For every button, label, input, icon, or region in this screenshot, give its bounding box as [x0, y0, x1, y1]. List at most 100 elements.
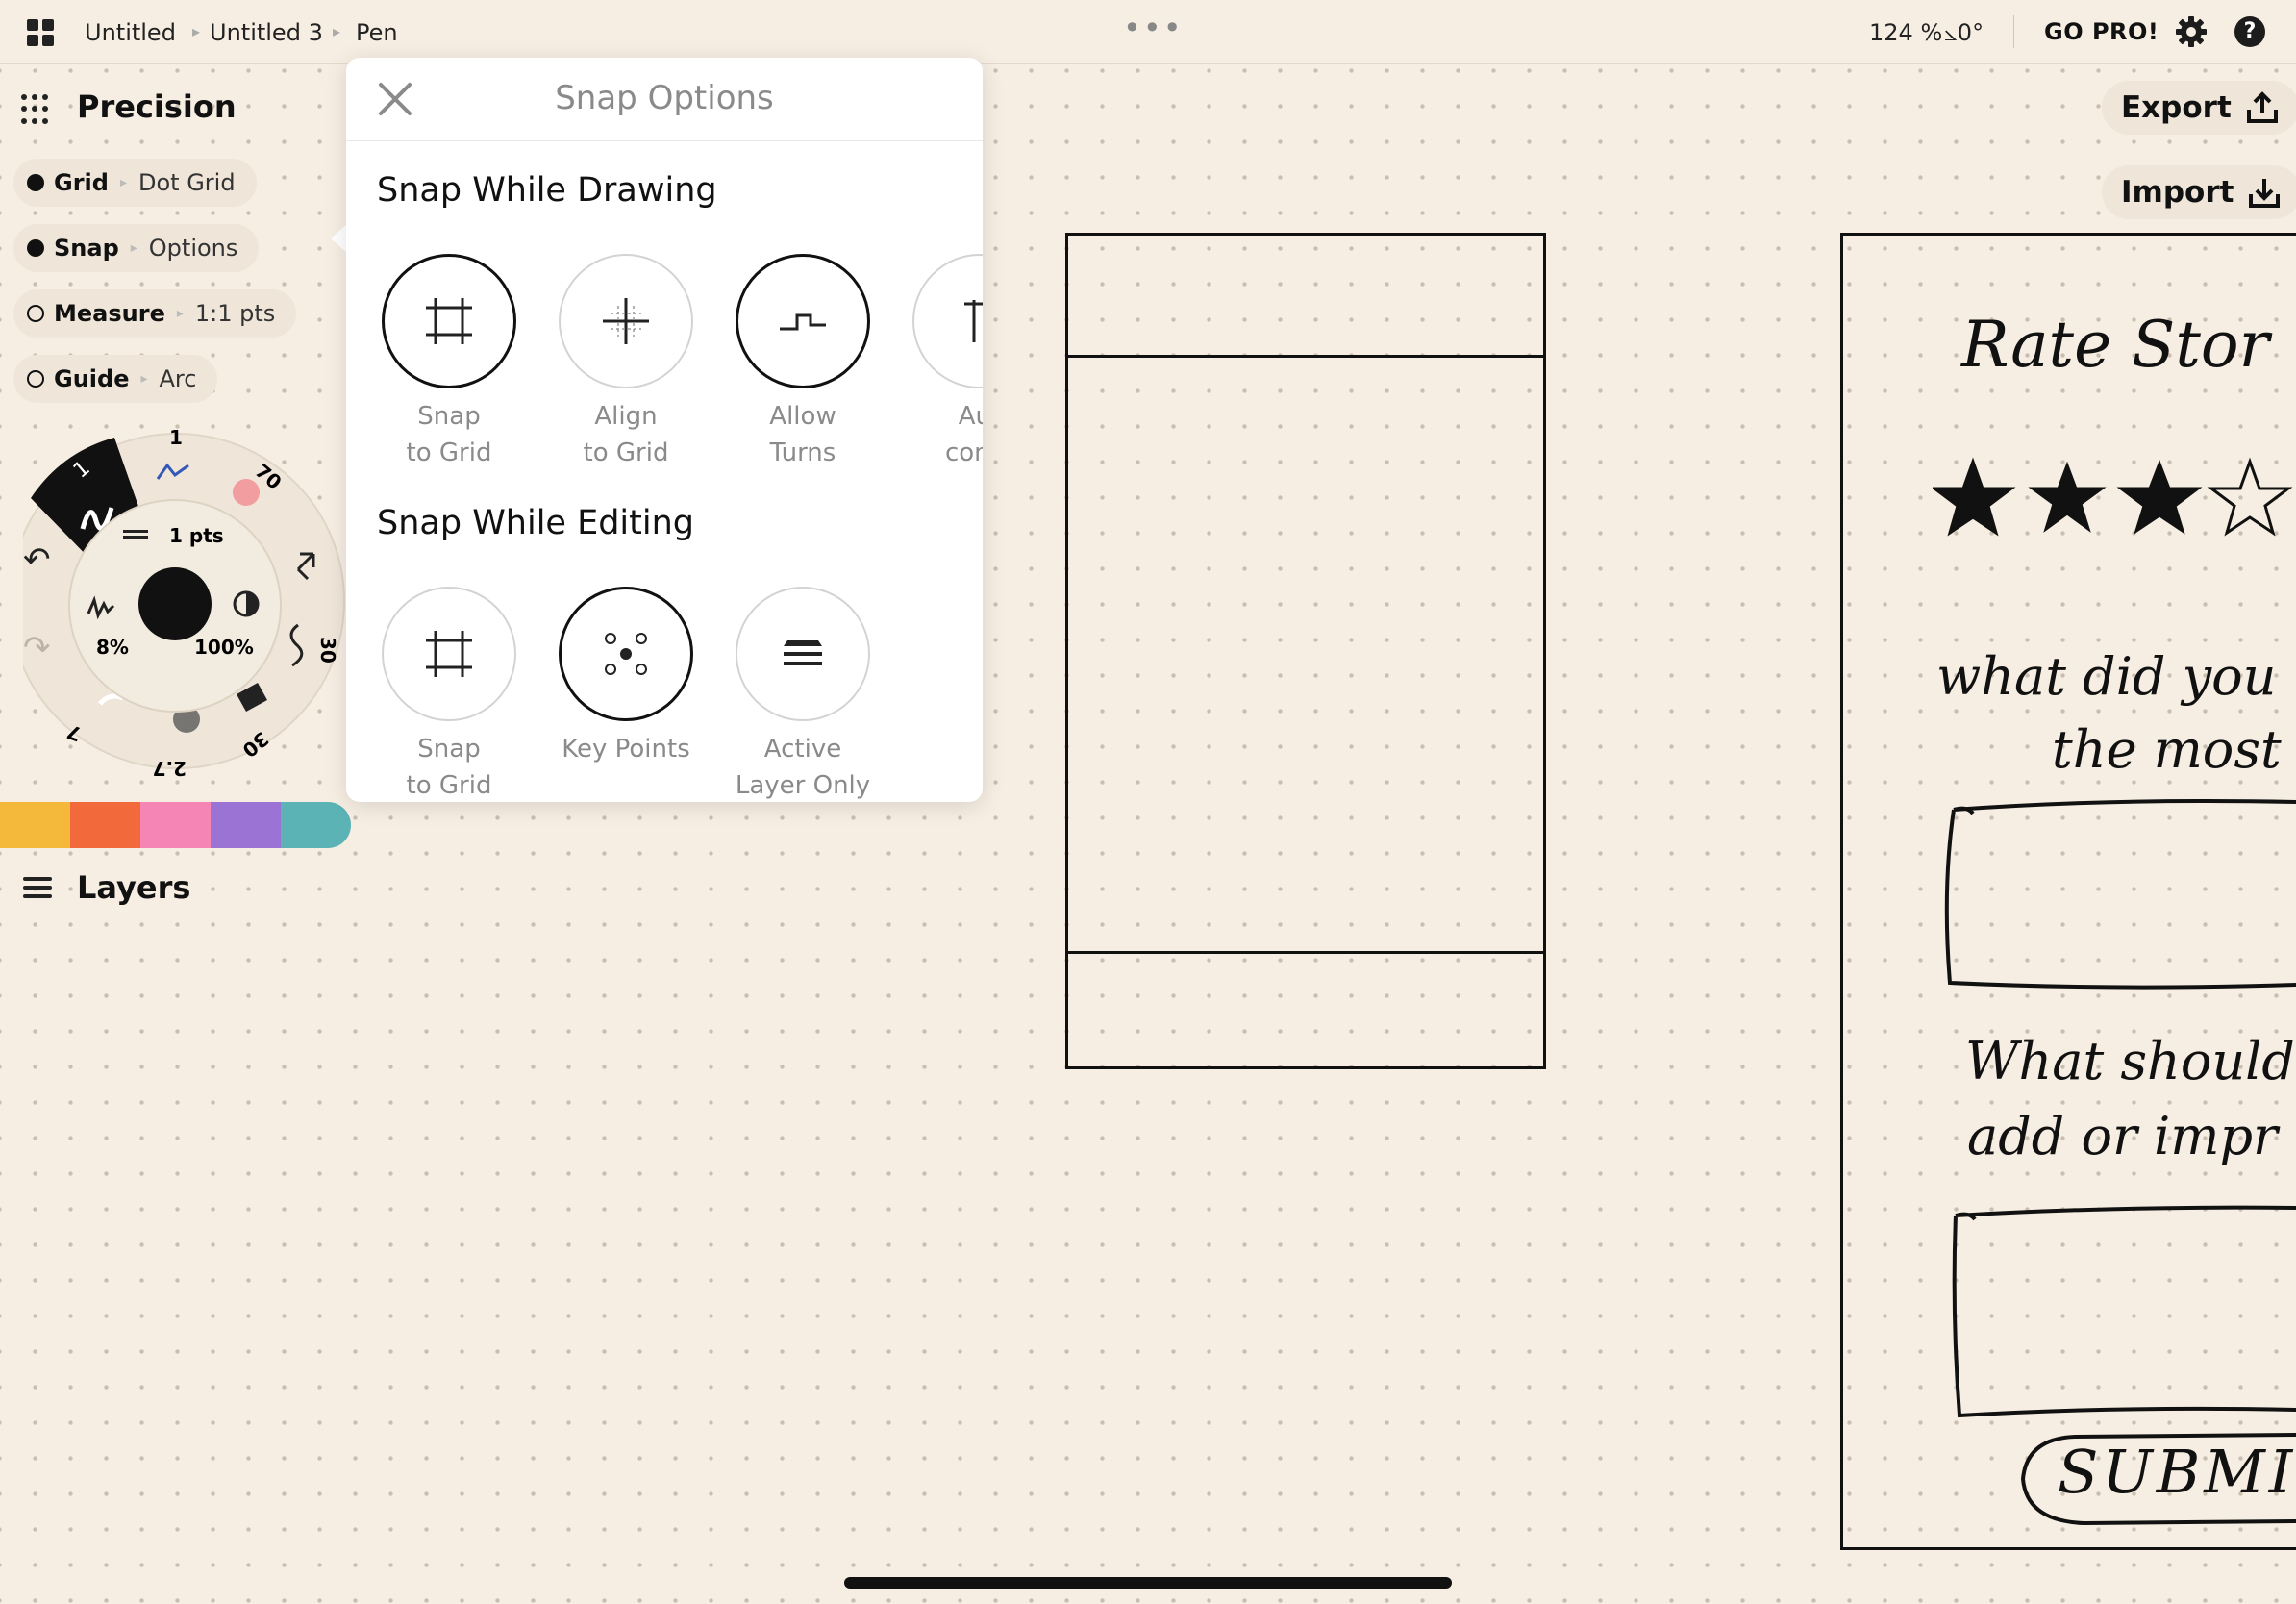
sketch-input-box-1[interactable]: [1940, 792, 2296, 996]
snap-grid-icon: [426, 631, 472, 677]
import-button[interactable]: Import: [2102, 165, 2296, 219]
layers-button[interactable]: Layers: [77, 869, 190, 906]
sketch-submit-button-label[interactable]: SUBMI: [2058, 1437, 2296, 1507]
toggle-key: Grid: [54, 169, 109, 196]
align-grid-icon: [603, 298, 649, 344]
snap-while-drawing-title: Snap While Drawing: [377, 171, 717, 210]
option-circle[interactable]: [912, 254, 983, 388]
opacity-label[interactable]: 100%: [194, 636, 254, 659]
option-circle[interactable]: [382, 254, 516, 388]
wheel-label: 2.7: [153, 757, 187, 780]
precision-menu-icon[interactable]: [21, 94, 52, 125]
toggle-value[interactable]: 1:1 pts: [195, 300, 275, 327]
snap-while-editing-title: Snap While Editing: [377, 504, 694, 542]
help-button[interactable]: ?: [2234, 16, 2265, 47]
export-label: Export: [2121, 90, 2232, 125]
more-options-icon[interactable]: •••: [1123, 10, 1184, 46]
sketch-text-add-or-improve[interactable]: add or impr: [1967, 1106, 2278, 1166]
brush-preview: [138, 567, 212, 640]
export-button[interactable]: Export: [2102, 81, 2296, 135]
topbar-divider: [2013, 15, 2014, 48]
option-circle[interactable]: [736, 254, 870, 388]
option-circle[interactable]: [559, 254, 693, 388]
active-layer-only-option[interactable]: Active Layer Only: [731, 587, 875, 802]
wheel-label: 1: [169, 426, 183, 449]
measure-toggle[interactable]: Measure ▸ 1:1 pts: [13, 289, 297, 338]
size-icon: [123, 536, 148, 539]
option-label: Aut comp: [944, 402, 983, 467]
airbrush-icon: [233, 479, 260, 506]
color-swatch-pink[interactable]: [140, 802, 211, 848]
popover-title: Snap Options: [555, 79, 774, 117]
import-icon: [2249, 179, 2281, 208]
sketch-text-what-did-you[interactable]: what did you: [1936, 646, 2276, 707]
guide-toggle[interactable]: Guide ▸ Arc: [13, 355, 218, 403]
color-swatch-yellow[interactable]: [0, 802, 70, 848]
sketch-input-box-2[interactable]: [1946, 1198, 2296, 1425]
sketch-text-rate[interactable]: Rate Stor: [1961, 308, 2269, 382]
sketch-stars[interactable]: [1933, 452, 2296, 548]
breadcrumb-separator-icon: ▸: [333, 22, 341, 40]
tool-wheel[interactable]: 1 1 70 30 30 2.7 7 1 pts 8% 100%: [23, 423, 350, 789]
chevron-right-icon: ▸: [130, 240, 137, 256]
option-circle[interactable]: [382, 587, 516, 721]
key-points-icon: [605, 633, 647, 675]
zoom-level[interactable]: 124 %: [1869, 19, 1942, 46]
allow-turns-option[interactable]: Allow Turns: [731, 254, 875, 471]
toggle-value[interactable]: Dot Grid: [138, 169, 236, 196]
smoothing-label[interactable]: 8%: [96, 636, 129, 659]
snap-options-popover: Snap Options Snap While Drawing Snap to …: [346, 58, 983, 802]
option-circle[interactable]: [736, 587, 870, 721]
grid-toggle[interactable]: Grid ▸ Dot Grid: [13, 159, 257, 207]
align-to-grid-option[interactable]: Align to Grid: [554, 254, 698, 471]
wireframe-phone-left[interactable]: [1065, 233, 1546, 1069]
wireframe-footer-divider: [1068, 951, 1543, 954]
undo-icon[interactable]: ↶: [23, 540, 51, 579]
layers-icon[interactable]: [23, 877, 52, 903]
apps-grid-icon[interactable]: [27, 19, 54, 46]
import-label: Import: [2121, 175, 2234, 210]
layers-stack-icon: [784, 640, 822, 665]
rotation-angle[interactable]: ⦣0°: [1944, 19, 1984, 46]
color-swatch-orange[interactable]: [70, 802, 140, 848]
breadcrumb-pen[interactable]: Pen: [356, 19, 398, 46]
wheel-label: 30: [316, 637, 339, 664]
snap-grid-icon: [426, 298, 472, 344]
option-label: Key Points: [562, 735, 690, 764]
sketch-text-the-most[interactable]: the most: [2052, 719, 2282, 780]
option-label: Snap to Grid: [406, 402, 492, 467]
toggle-off-indicator: [27, 370, 44, 388]
sketch-text-what-should[interactable]: What should: [1965, 1031, 2295, 1091]
color-swatch-teal[interactable]: [281, 802, 351, 848]
home-indicator[interactable]: [844, 1577, 1452, 1589]
toggle-key: Measure: [54, 300, 165, 327]
breadcrumb-untitled[interactable]: Untitled: [85, 19, 176, 46]
key-points-option[interactable]: Key Points: [554, 587, 698, 767]
autocomplete-icon: [964, 300, 983, 342]
redo-icon[interactable]: ↷: [23, 629, 51, 667]
color-swatch-purple[interactable]: [211, 802, 281, 848]
option-label: Active Layer Only: [735, 735, 871, 800]
toggle-on-indicator: [27, 174, 44, 191]
snap-to-grid-editing-option[interactable]: Snap to Grid: [377, 587, 521, 802]
chevron-right-icon: ▸: [119, 175, 127, 190]
precision-title[interactable]: Precision: [77, 88, 237, 125]
chevron-right-icon: ▸: [140, 371, 148, 387]
option-label: Align to Grid: [583, 402, 669, 467]
toggle-value[interactable]: Arc: [160, 365, 197, 392]
breadcrumb-separator-icon: ▸: [192, 22, 201, 40]
toggle-off-indicator: [27, 305, 44, 322]
turns-icon: [780, 313, 826, 331]
autocomplete-option[interactable]: Aut comp: [908, 254, 983, 471]
brush-size-label[interactable]: 1 pts: [169, 524, 224, 547]
toggle-value[interactable]: Options: [149, 235, 238, 262]
option-circle[interactable]: [559, 587, 693, 721]
snap-to-grid-drawing-option[interactable]: Snap to Grid: [377, 254, 521, 471]
breadcrumb-untitled-3[interactable]: Untitled 3: [210, 19, 323, 46]
go-pro-button[interactable]: GO PRO!: [2044, 18, 2159, 45]
snap-toggle[interactable]: Snap ▸ Options: [13, 224, 260, 272]
color-palette[interactable]: [0, 802, 351, 848]
gear-icon[interactable]: [2175, 15, 2208, 48]
chevron-right-icon: ▸: [176, 306, 184, 321]
export-icon: [2246, 91, 2278, 123]
